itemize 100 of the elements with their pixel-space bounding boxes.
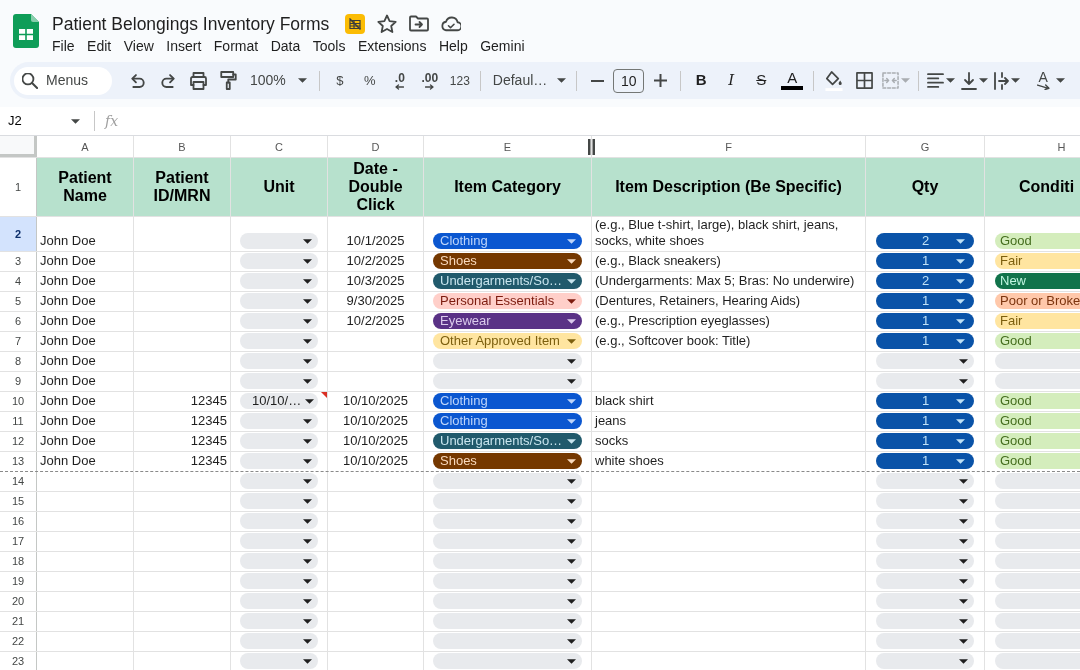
dropdown-chip[interactable]: [240, 533, 318, 549]
dropdown-chip[interactable]: [876, 653, 974, 669]
font-size-field[interactable]: 10: [613, 68, 645, 93]
dropdown-chip[interactable]: [433, 353, 582, 369]
dropdown-chip[interactable]: 1: [876, 413, 974, 429]
column-header[interactable]: H: [985, 136, 1080, 157]
dropdown-chip[interactable]: Clothing: [433, 393, 582, 409]
dropdown-chip[interactable]: [240, 333, 318, 349]
dropdown-chip[interactable]: [240, 513, 318, 529]
dropdown-chip[interactable]: [876, 513, 974, 529]
dropdown-chip[interactable]: [995, 653, 1080, 669]
dropdown-chip[interactable]: [995, 513, 1080, 529]
dropdown-chip[interactable]: [240, 233, 318, 249]
dropdown-chip[interactable]: Good: [995, 393, 1080, 409]
dropdown-chip[interactable]: Clothing: [433, 413, 582, 429]
column-header[interactable]: D: [328, 136, 424, 157]
dropdown-chip[interactable]: [240, 473, 318, 489]
dropdown-chip[interactable]: [240, 453, 318, 469]
search-menus-button[interactable]: Menus: [14, 66, 112, 95]
dropdown-chip[interactable]: 2: [876, 233, 974, 249]
dropdown-chip[interactable]: [433, 473, 582, 489]
dropdown-chip[interactable]: [240, 353, 318, 369]
menu-item[interactable]: Insert: [160, 37, 208, 55]
dropdown-chip[interactable]: [995, 353, 1080, 369]
number-format-button[interactable]: $: [325, 66, 354, 95]
text-rotation-button[interactable]: A: [1032, 66, 1055, 95]
dropdown-chip[interactable]: [995, 633, 1080, 649]
menu-item[interactable]: Data: [264, 37, 307, 55]
dropdown-chip[interactable]: [433, 533, 582, 549]
dropdown-chip[interactable]: Fair: [995, 253, 1080, 269]
dropdown-chip[interactable]: [876, 613, 974, 629]
dropdown-chip[interactable]: [433, 653, 582, 669]
dropdown-chip[interactable]: [995, 493, 1080, 509]
dropdown-chip[interactable]: [876, 633, 974, 649]
dropdown-chip[interactable]: [433, 593, 582, 609]
column-header[interactable]: G: [866, 136, 985, 157]
column-header[interactable]: F: [592, 136, 866, 157]
dropdown-chip[interactable]: [240, 413, 318, 429]
dropdown-chip[interactable]: Good: [995, 233, 1080, 249]
dropdown-chip[interactable]: [240, 493, 318, 509]
dropdown-chip[interactable]: 1: [876, 333, 974, 349]
select-all-corner[interactable]: [0, 136, 37, 157]
dropdown-chip[interactable]: [876, 573, 974, 589]
dropdown-chip[interactable]: 10/10/…: [240, 393, 318, 409]
dropdown-chip[interactable]: [240, 653, 318, 669]
dropdown-chip[interactable]: [240, 373, 318, 389]
dropdown-chip[interactable]: [240, 593, 318, 609]
dropdown-chip[interactable]: [433, 513, 582, 529]
dropdown-chip[interactable]: 1: [876, 433, 974, 449]
dropdown-chip[interactable]: [240, 433, 318, 449]
dropdown-chip[interactable]: Good: [995, 453, 1080, 469]
dropdown-chip[interactable]: Shoes: [433, 253, 582, 269]
dropdown-chip[interactable]: [240, 273, 318, 289]
dropdown-chip[interactable]: [876, 593, 974, 609]
dropdown-chip[interactable]: [876, 553, 974, 569]
menu-item[interactable]: File: [46, 37, 81, 55]
dropdown-chip[interactable]: Good: [995, 333, 1080, 349]
dropdown-chip[interactable]: [433, 633, 582, 649]
dropdown-chip[interactable]: [995, 533, 1080, 549]
row-header[interactable]: 2: [0, 217, 37, 251]
number-format-button[interactable]: 123: [445, 66, 474, 95]
dropdown-chip[interactable]: Good: [995, 413, 1080, 429]
number-format-button[interactable]: .00: [415, 66, 444, 95]
dropdown-chip[interactable]: 1: [876, 293, 974, 309]
dropdown-chip[interactable]: [995, 473, 1080, 489]
column-header[interactable]: E: [424, 136, 592, 157]
dropdown-chip[interactable]: [995, 373, 1080, 389]
menu-item[interactable]: Tools: [306, 37, 352, 55]
dropdown-chip[interactable]: [995, 593, 1080, 609]
menu-item[interactable]: Format: [207, 37, 265, 55]
dropdown-chip[interactable]: [876, 353, 974, 369]
dropdown-chip[interactable]: 2: [876, 273, 974, 289]
dropdown-chip[interactable]: [240, 633, 318, 649]
column-header[interactable]: C: [231, 136, 328, 157]
dropdown-chip[interactable]: [240, 573, 318, 589]
dropdown-chip[interactable]: [995, 573, 1080, 589]
dropdown-chip[interactable]: [240, 253, 318, 269]
zoom-dropdown[interactable]: 100%: [244, 66, 313, 95]
bold-button[interactable]: B: [687, 66, 716, 95]
strikethrough-button[interactable]: S: [747, 66, 776, 95]
name-box[interactable]: J2: [0, 109, 88, 133]
dropdown-chip[interactable]: New: [995, 273, 1080, 289]
dropdown-chip[interactable]: [995, 613, 1080, 629]
dropdown-chip[interactable]: Undergarments/So…: [433, 273, 582, 289]
dropdown-chip[interactable]: Fair: [995, 313, 1080, 329]
dropdown-chip[interactable]: Undergarments/So…: [433, 433, 582, 449]
dropdown-chip[interactable]: Personal Essentials: [433, 293, 582, 309]
dropdown-chip[interactable]: [433, 553, 582, 569]
dropdown-chip[interactable]: Eyewear: [433, 313, 582, 329]
menu-item[interactable]: Extensions: [351, 37, 433, 55]
menu-item[interactable]: Edit: [81, 37, 118, 55]
document-title[interactable]: Patient Belongings Inventory Forms: [52, 14, 330, 34]
dropdown-chip[interactable]: Good: [995, 433, 1080, 449]
italic-button[interactable]: I: [717, 66, 746, 95]
dropdown-chip[interactable]: [433, 373, 582, 389]
dropdown-chip[interactable]: 1: [876, 393, 974, 409]
menu-item[interactable]: View: [117, 37, 160, 55]
dropdown-chip[interactable]: [995, 553, 1080, 569]
column-header[interactable]: B: [134, 136, 231, 157]
dropdown-chip[interactable]: Shoes: [433, 453, 582, 469]
